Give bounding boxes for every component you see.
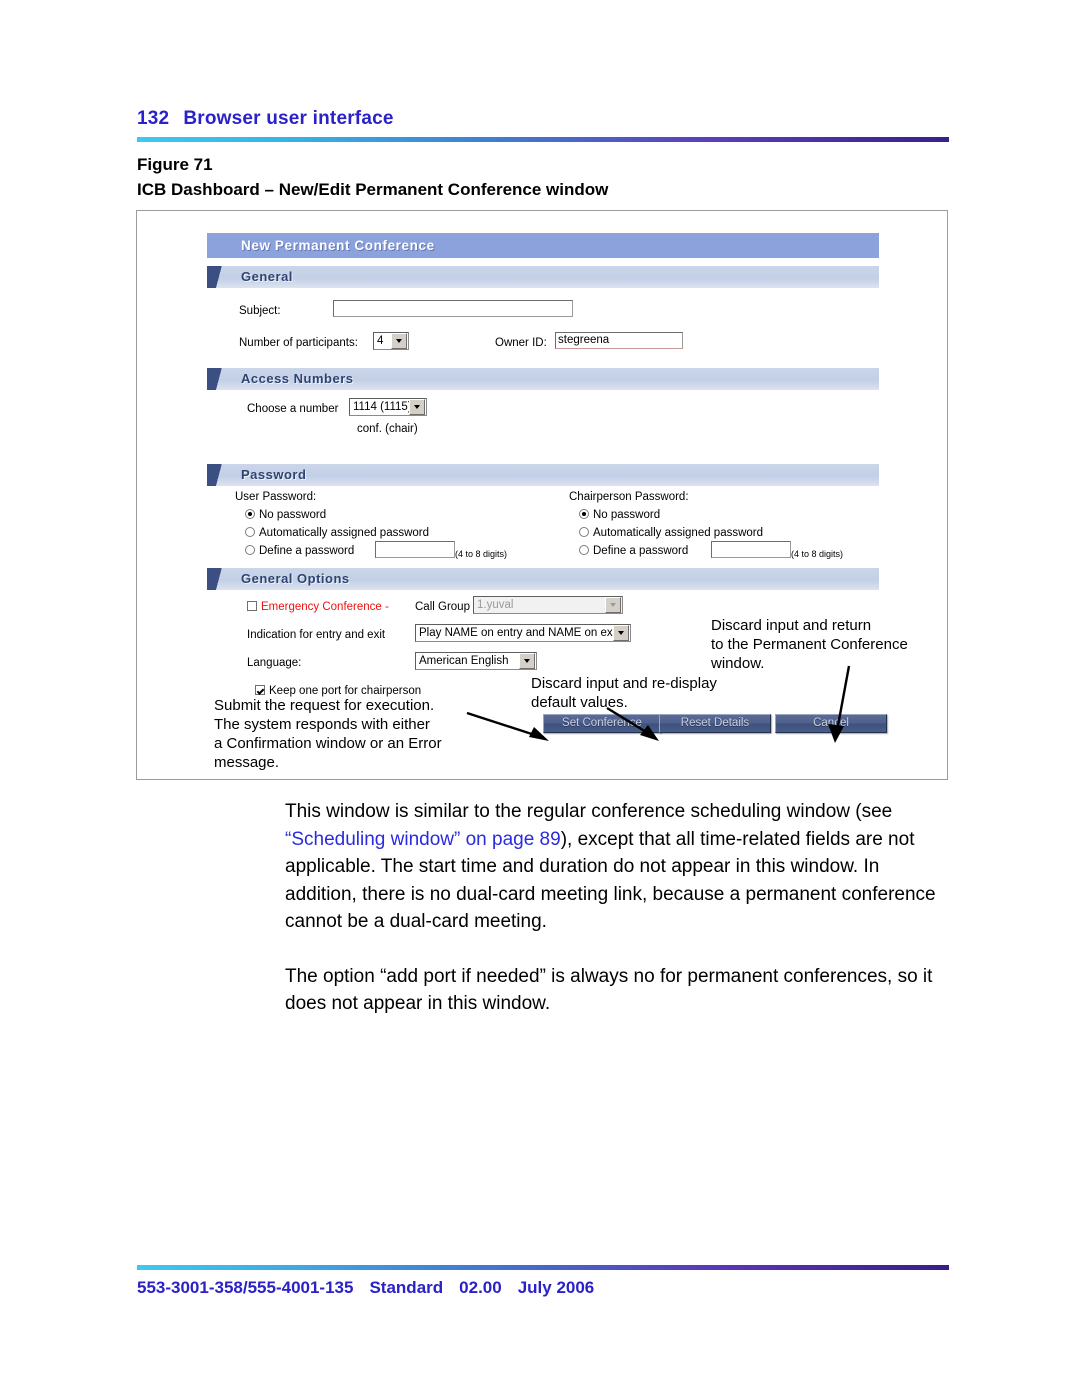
footer-text: 553-3001-358/555-4001-135 Standard 02.00 Ju… <box>137 1278 949 1298</box>
figure-number: Figure 71 <box>137 155 213 174</box>
figure-frame: New Permanent Conference General Subject… <box>136 210 948 780</box>
footer-version: 02.00 <box>459 1278 502 1297</box>
figure-caption: Figure 71 ICB Dashboard – New/Edit Perma… <box>137 152 949 202</box>
page-number: 132 <box>137 108 170 129</box>
annotation-arrows <box>466 665 851 743</box>
footer-document-number: 553-3001-358/555-4001-135 <box>137 1278 354 1297</box>
figure-title: ICB Dashboard – New/Edit Permanent Confe… <box>137 180 609 199</box>
page-header: 132 Browser user interface <box>137 108 949 142</box>
paragraph-1: This window is similar to the regular co… <box>285 798 945 936</box>
running-head: 132 Browser user interface <box>137 108 949 130</box>
scheduling-window-link[interactable]: “Scheduling window” on page 89 <box>285 829 561 850</box>
footer-date: July 2006 <box>517 1278 595 1297</box>
footer-status: Standard <box>369 1278 444 1297</box>
paragraph-1-pre: This window is similar to the regular co… <box>285 801 893 822</box>
header-rule <box>137 137 949 142</box>
body-copy: This window is similar to the regular co… <box>285 798 945 1045</box>
paragraph-2: The option “add port if needed” is alway… <box>285 965 933 1015</box>
running-head-title: Browser user interface <box>183 108 394 129</box>
page-footer: 553-3001-358/555-4001-135 Standard 02.00 Ju… <box>137 1258 949 1298</box>
footer-rule <box>137 1265 949 1270</box>
